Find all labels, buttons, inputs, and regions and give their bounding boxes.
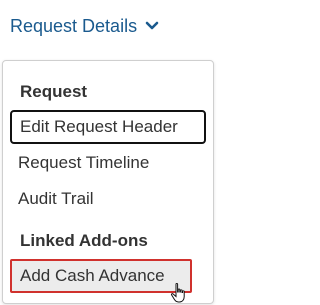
menu-item-label: Request Timeline [18, 153, 150, 172]
menu-item-edit-request-header[interactable]: Edit Request Header [10, 110, 206, 144]
section-header-request: Request [20, 82, 88, 101]
request-details-dropdown-button[interactable]: Request Details [10, 12, 159, 40]
menu-item-audit-trail[interactable]: Audit Trail [10, 182, 206, 216]
chevron-down-icon [145, 21, 159, 30]
menu-item-request-timeline[interactable]: Request Timeline [10, 146, 206, 180]
hand-pointer-icon [170, 283, 185, 303]
request-details-menu: Request Edit Request Header Request Time… [2, 60, 214, 304]
menu-item-add-cash-advance[interactable]: Add Cash Advance [10, 259, 192, 293]
request-details-label: Request Details [10, 15, 138, 36]
menu-item-label: Audit Trail [18, 189, 94, 208]
menu-item-label: Edit Request Header [20, 117, 178, 136]
section-header-linked-addons: Linked Add-ons [20, 231, 148, 250]
menu-item-label: Add Cash Advance [20, 266, 165, 285]
